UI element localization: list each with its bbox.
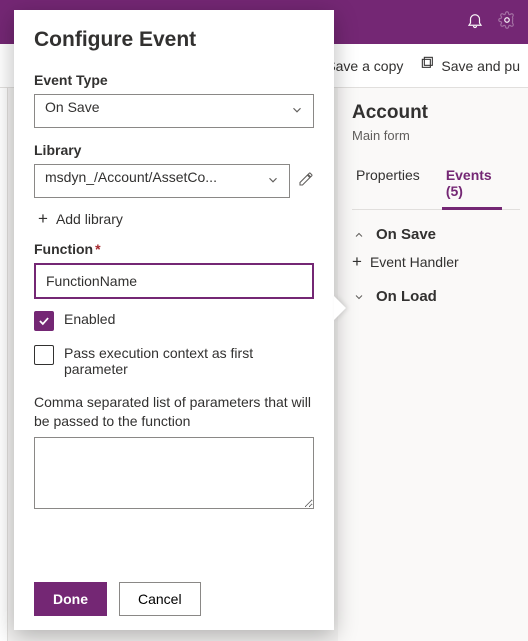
pass-execution-context-checkbox[interactable] <box>34 345 54 365</box>
event-handler-label: Event Handler <box>370 254 459 270</box>
add-library-button[interactable]: + Add library <box>38 210 314 227</box>
canvas-edge <box>0 88 8 641</box>
configure-event-popover: Configure Event Event Type On Save Libra… <box>14 10 334 630</box>
form-subtitle: Main form <box>352 128 520 143</box>
tab-events[interactable]: Events (5) <box>442 161 502 210</box>
edit-library-icon[interactable] <box>298 171 314 192</box>
function-label: Function* <box>34 241 314 257</box>
section-on-load-label: On Load <box>376 288 437 305</box>
enabled-checkbox[interactable] <box>34 311 54 331</box>
add-event-handler-button[interactable]: + Event Handler <box>352 253 520 270</box>
plus-icon: + <box>38 210 48 227</box>
tab-properties[interactable]: Properties <box>352 161 424 209</box>
done-button[interactable]: Done <box>34 582 107 616</box>
pass-execution-context-label: Pass execution context as first paramete… <box>64 345 314 377</box>
chevron-up-icon <box>352 229 366 241</box>
library-value: msdyn_/Account/AssetCo... <box>45 169 217 185</box>
save-and-publish-button[interactable]: Save and pu <box>419 56 520 75</box>
cancel-button[interactable]: Cancel <box>119 582 201 616</box>
bell-icon[interactable] <box>466 11 484 34</box>
parameters-description: Comma separated list of parameters that … <box>34 393 314 431</box>
function-label-text: Function <box>34 241 93 257</box>
event-type-value: On Save <box>45 99 99 115</box>
add-library-label: Add library <box>56 211 123 227</box>
properties-pane: Account Main form Properties Events (5) … <box>338 88 528 641</box>
required-asterisk: * <box>95 241 100 257</box>
section-on-load[interactable]: On Load <box>352 288 520 305</box>
event-type-label: Event Type <box>34 72 314 88</box>
gear-icon[interactable] <box>498 11 516 34</box>
event-type-select[interactable]: On Save <box>34 94 314 128</box>
plus-icon: + <box>352 253 362 270</box>
popover-arrow <box>334 296 346 320</box>
pane-tabs: Properties Events (5) <box>352 161 520 210</box>
save-publish-label: Save and pu <box>441 58 520 74</box>
parameters-textarea[interactable] <box>34 437 314 509</box>
section-on-save-label: On Save <box>376 226 436 243</box>
save-copy-label: Save a copy <box>326 58 403 74</box>
section-on-save[interactable]: On Save <box>352 226 520 243</box>
popover-title: Configure Event <box>34 28 314 52</box>
chevron-down-icon <box>352 291 366 303</box>
save-a-copy-button[interactable]: Save a copy <box>326 58 403 74</box>
entity-title: Account <box>352 102 520 124</box>
library-select[interactable]: msdyn_/Account/AssetCo... <box>34 164 290 198</box>
function-input[interactable] <box>34 263 314 299</box>
save-publish-icon <box>419 56 435 75</box>
enabled-label: Enabled <box>64 311 115 327</box>
library-label: Library <box>34 142 314 158</box>
